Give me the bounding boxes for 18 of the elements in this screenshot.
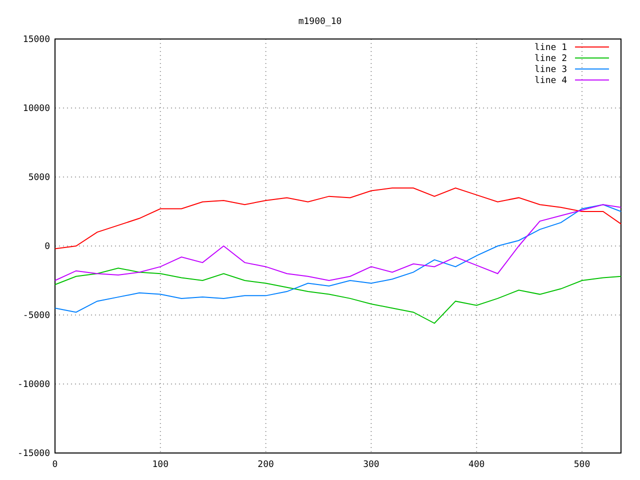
x-tick-label: 0 (52, 460, 58, 470)
y-tick-label: 15000 (22, 35, 50, 45)
y-tick-label: 5000 (28, 173, 50, 183)
x-tick-label: 200 (258, 460, 274, 470)
y-tick-label: -15000 (17, 449, 50, 459)
x-tick-label: 300 (363, 460, 380, 470)
x-tick-label: 500 (574, 460, 590, 470)
y-tick-label: -5000 (22, 311, 50, 321)
y-tick-label: 0 (44, 242, 50, 252)
legend-label: line 2 (534, 54, 567, 64)
y-tick-label: 10000 (22, 104, 50, 114)
legend-label: line 1 (534, 43, 567, 53)
legend-label: line 3 (534, 65, 567, 75)
y-tick-label: -10000 (17, 380, 50, 390)
chart-title: m1900_10 (298, 17, 342, 27)
legend-label: line 4 (534, 76, 567, 86)
x-tick-label: 400 (468, 460, 485, 470)
x-tick-label: 100 (152, 460, 169, 470)
